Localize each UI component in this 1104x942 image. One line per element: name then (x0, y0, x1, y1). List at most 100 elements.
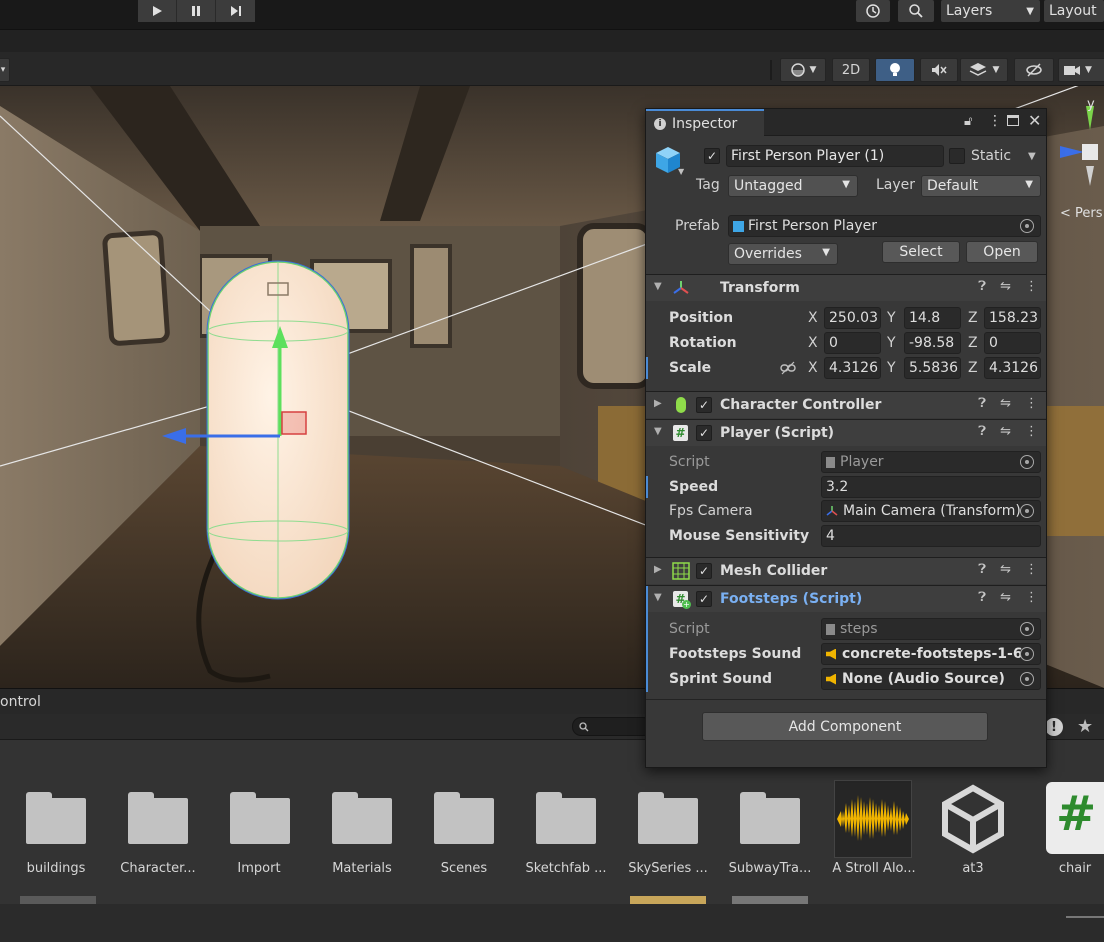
preset-icon[interactable]: ⇋ (1000, 590, 1011, 605)
effects-dropdown[interactable]: ▼ (960, 58, 1008, 82)
play-button[interactable] (138, 0, 177, 22)
scale-x-field[interactable]: 4.3126 (824, 357, 881, 379)
asset-folder[interactable] (230, 792, 290, 844)
asset-thumb[interactable] (732, 896, 808, 904)
mode-2d-button[interactable]: 2D (832, 58, 870, 82)
preset-icon[interactable]: ⇋ (1000, 396, 1011, 411)
asset-folder[interactable] (638, 792, 698, 844)
foldout-expanded-icon[interactable]: ▼ (654, 426, 662, 437)
asset-script[interactable]: # (1046, 782, 1104, 854)
audio-toggle[interactable] (920, 58, 958, 82)
zoom-slider[interactable] (1066, 916, 1104, 918)
player-script-header[interactable]: ▼ # ✓ Player (Script) ❓︎ ⇋ ⋮ (646, 419, 1046, 446)
more-options-icon[interactable]: ⋮ (1025, 279, 1038, 294)
footsteps-script-enabled-checkbox[interactable]: ✓ (696, 591, 712, 607)
prefab-field[interactable]: First Person Player (728, 215, 1041, 237)
speed-field[interactable]: 3.2 (821, 476, 1041, 498)
footsteps-sound-field[interactable]: concrete-footsteps-1-6 (821, 643, 1041, 665)
static-checkbox[interactable] (949, 148, 965, 164)
fps-camera-field[interactable]: Main Camera (Transform) (821, 500, 1041, 522)
help-icon[interactable]: ❓︎ (978, 590, 986, 605)
object-picker-icon[interactable] (1020, 504, 1034, 518)
asset-folder[interactable] (128, 792, 188, 844)
layout-dropdown[interactable]: Layout (1044, 0, 1104, 22)
object-picker-icon[interactable] (1020, 647, 1034, 661)
sprint-sound-field[interactable]: None (Audio Source) (821, 668, 1041, 690)
rotation-z-field[interactable]: 0 (984, 332, 1041, 354)
player-script-enabled-checkbox[interactable]: ✓ (696, 425, 712, 441)
object-name-field[interactable]: First Person Player (1) (726, 145, 944, 167)
more-options-icon[interactable]: ⋮ (1025, 396, 1038, 411)
chevron-down-icon[interactable]: ▼ (678, 167, 684, 176)
search-button[interactable] (898, 0, 934, 22)
asset-folder[interactable] (332, 792, 392, 844)
asset-folder[interactable] (740, 792, 800, 844)
add-component-button[interactable]: Add Component (702, 712, 988, 741)
shading-mode-dropdown[interactable]: ▼ (780, 58, 826, 82)
more-options-icon[interactable]: ⋮ (1025, 562, 1038, 577)
tag-dropdown[interactable]: Untagged ▼ (728, 175, 858, 197)
close-icon[interactable]: ✕ (1028, 111, 1041, 130)
help-icon[interactable]: ❓︎ (978, 279, 986, 294)
overrides-dropdown[interactable]: Overrides ▼ (728, 243, 838, 265)
visibility-toggle[interactable] (1014, 58, 1054, 82)
chevron-down-icon[interactable]: ▼ (1028, 151, 1036, 162)
tool-handle-dropdown[interactable]: ▾ (0, 58, 10, 82)
object-picker-icon[interactable] (1020, 219, 1034, 233)
select-button[interactable]: Select (882, 241, 960, 263)
character-controller-header[interactable]: ▶ ✓ Character Controller ❓︎ ⇋ ⋮ (646, 391, 1046, 418)
more-options-icon[interactable]: ⋮ (988, 113, 1002, 129)
open-button[interactable]: Open (966, 241, 1038, 263)
active-checkbox[interactable]: ✓ (704, 148, 720, 164)
console-tab-label[interactable]: ontrol (0, 694, 41, 710)
position-x-field[interactable]: 250.03 (824, 307, 881, 329)
rotation-x-field[interactable]: 0 (824, 332, 881, 354)
asset-folder[interactable] (536, 792, 596, 844)
footsteps-script-header[interactable]: ▼ # + ✓ Footsteps (Script) ❓︎ ⇋ ⋮ (646, 585, 1046, 613)
object-picker-icon[interactable] (1020, 672, 1034, 686)
position-y-field[interactable]: 14.8 (904, 307, 961, 329)
transform-header[interactable]: ▼ Transform ❓︎ ⇋ ⋮ (646, 274, 1046, 301)
preset-icon[interactable]: ⇋ (1000, 424, 1011, 439)
history-button[interactable] (856, 0, 890, 22)
foldout-expanded-icon[interactable]: ▼ (654, 592, 662, 603)
more-options-icon[interactable]: ⋮ (1025, 424, 1038, 439)
layers-dropdown[interactable]: Layers ▼ (941, 0, 1040, 22)
warning-icon[interactable]: ! (1045, 718, 1063, 736)
mesh-collider-header[interactable]: ▶ ✓ Mesh Collider ❓︎ ⇋ ⋮ (646, 557, 1046, 584)
lighting-toggle[interactable] (875, 58, 915, 82)
asset-audio[interactable] (834, 780, 912, 858)
pause-button[interactable] (177, 0, 216, 22)
camera-dropdown[interactable]: ▼ (1058, 58, 1104, 82)
position-z-field[interactable]: 158.23 (984, 307, 1041, 329)
scale-z-field[interactable]: 4.3126 (984, 357, 1041, 379)
mesh-collider-enabled-checkbox[interactable]: ✓ (696, 563, 712, 579)
lock-icon[interactable]: 🔓︎ (964, 114, 972, 129)
foldout-collapsed-icon[interactable]: ▶ (654, 398, 662, 409)
more-options-icon[interactable]: ⋮ (1025, 590, 1038, 605)
character-controller-enabled-checkbox[interactable]: ✓ (696, 397, 712, 413)
preset-icon[interactable]: ⇋ (1000, 562, 1011, 577)
asset-folder[interactable] (434, 792, 494, 844)
help-icon[interactable]: ❓︎ (978, 424, 986, 439)
help-icon[interactable]: ❓︎ (978, 396, 986, 411)
perspective-label[interactable]: < Pers (1060, 206, 1103, 221)
unity-model-icon[interactable] (941, 784, 1005, 854)
preset-icon[interactable]: ⇋ (1000, 279, 1011, 294)
foldout-collapsed-icon[interactable]: ▶ (654, 564, 662, 575)
project-search-input[interactable] (572, 717, 652, 736)
layer-dropdown[interactable]: Default ▼ (921, 175, 1041, 197)
maximize-icon[interactable] (1007, 115, 1019, 126)
tab-inspector[interactable]: i Inspector (646, 109, 764, 136)
asset-thumb[interactable] (630, 896, 706, 904)
asset-thumb[interactable] (20, 896, 96, 904)
favorite-star-icon[interactable]: ★ (1077, 716, 1093, 737)
constrain-proportions-icon[interactable] (780, 361, 796, 375)
step-button[interactable] (216, 0, 255, 22)
foldout-expanded-icon[interactable]: ▼ (654, 281, 662, 292)
rotation-y-field[interactable]: -98.58 (904, 332, 961, 354)
mouse-sensitivity-field[interactable]: 4 (821, 525, 1041, 547)
scale-y-field[interactable]: 5.5836 (904, 357, 961, 379)
asset-folder[interactable] (26, 792, 86, 844)
help-icon[interactable]: ❓︎ (978, 562, 986, 577)
